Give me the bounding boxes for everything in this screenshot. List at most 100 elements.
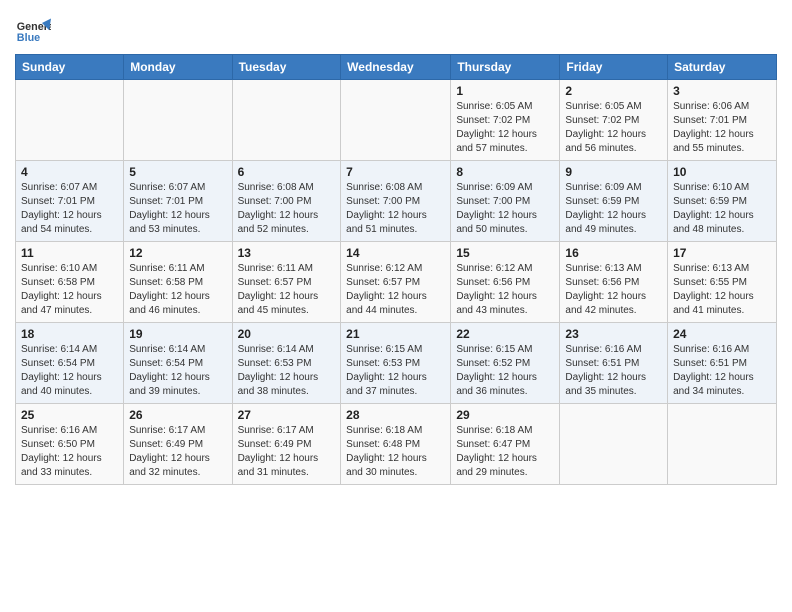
day-number: 2 — [565, 84, 662, 98]
calendar-cell: 9 Sunrise: 6:09 AMSunset: 6:59 PMDaylight… — [560, 161, 668, 242]
day-number: 25 — [21, 408, 118, 422]
calendar-cell: 15 Sunrise: 6:12 AMSunset: 6:56 PMDayligh… — [451, 242, 560, 323]
day-number: 28 — [346, 408, 445, 422]
calendar-header-thursday: Thursday — [451, 55, 560, 80]
calendar-cell: 27 Sunrise: 6:17 AMSunset: 6:49 PMDayligh… — [232, 404, 341, 485]
calendar-cell — [341, 80, 451, 161]
day-number: 6 — [238, 165, 336, 179]
svg-text:Blue: Blue — [17, 32, 40, 44]
calendar-cell: 7 Sunrise: 6:08 AMSunset: 7:00 PMDaylight… — [341, 161, 451, 242]
calendar-cell — [232, 80, 341, 161]
calendar-week-row: 18 Sunrise: 6:14 AMSunset: 6:54 PMDayligh… — [16, 323, 777, 404]
calendar-cell: 24 Sunrise: 6:16 AMSunset: 6:51 PMDayligh… — [668, 323, 777, 404]
day-info: Sunrise: 6:07 AMSunset: 7:01 PMDaylight:… — [21, 181, 118, 237]
calendar-cell: 8Sunrise: 6:09 AMSunset: 7:00 PMDaylight… — [451, 161, 560, 242]
calendar-week-row: 25 Sunrise: 6:16 AMSunset: 6:50 PMDayligh… — [16, 404, 777, 485]
day-number: 15 — [456, 246, 554, 260]
day-number: 23 — [565, 327, 662, 341]
calendar-cell: 5 Sunrise: 6:07 AMSunset: 7:01 PMDaylight… — [124, 161, 232, 242]
calendar-cell: 12Sunrise: 6:11 AMSunset: 6:58 PMDayligh… — [124, 242, 232, 323]
calendar-cell: 26 Sunrise: 6:17 AMSunset: 6:49 PMDayligh… — [124, 404, 232, 485]
day-info: Sunrise: 6:07 AMSunset: 7:01 PMDaylight:… — [129, 181, 226, 237]
day-info: Sunrise: 6:17 AMSunset: 6:49 PMDaylight:… — [129, 424, 226, 480]
day-number: 7 — [346, 165, 445, 179]
calendar-cell: 28 Sunrise: 6:18 AMSunset: 6:48 PMDayligh… — [341, 404, 451, 485]
calendar-cell — [124, 80, 232, 161]
calendar-cell: 21 Sunrise: 6:15 AMSunset: 6:53 PMDayligh… — [341, 323, 451, 404]
day-info: Sunrise: 6:14 AMSunset: 6:54 PMDaylight:… — [129, 343, 226, 399]
logo: General Blue — [15, 14, 51, 50]
day-number: 26 — [129, 408, 226, 422]
calendar-cell: 2 Sunrise: 6:05 AMSunset: 7:02 PMDaylight… — [560, 80, 668, 161]
day-number: 14 — [346, 246, 445, 260]
calendar-header-monday: Monday — [124, 55, 232, 80]
day-number: 24 — [673, 327, 771, 341]
day-info: Sunrise: 6:18 AMSunset: 6:48 PMDaylight:… — [346, 424, 445, 480]
day-info: Sunrise: 6:14 AMSunset: 6:53 PMDaylight:… — [238, 343, 336, 399]
day-info: Sunrise: 6:15 AMSunset: 6:53 PMDaylight:… — [346, 343, 445, 399]
day-info: Sunrise: 6:09 AMSunset: 6:59 PMDaylight:… — [565, 181, 662, 237]
calendar-cell: 18Sunrise: 6:14 AMSunset: 6:54 PMDayligh… — [16, 323, 124, 404]
page-header: General Blue — [15, 10, 777, 50]
day-number: 22 — [456, 327, 554, 341]
day-number: 19 — [129, 327, 226, 341]
day-number: 11 — [21, 246, 118, 260]
day-info: Sunrise: 6:16 AMSunset: 6:51 PMDaylight:… — [673, 343, 771, 399]
calendar-header-tuesday: Tuesday — [232, 55, 341, 80]
calendar-header-wednesday: Wednesday — [341, 55, 451, 80]
calendar-cell: 13 Sunrise: 6:11 AMSunset: 6:57 PMDayligh… — [232, 242, 341, 323]
day-info: Sunrise: 6:16 AMSunset: 6:51 PMDaylight:… — [565, 343, 662, 399]
calendar-cell: 23 Sunrise: 6:16 AMSunset: 6:51 PMDayligh… — [560, 323, 668, 404]
day-number: 1 — [456, 84, 554, 98]
day-info: Sunrise: 6:15 AMSunset: 6:52 PMDaylight:… — [456, 343, 554, 399]
day-number: 4 — [21, 165, 118, 179]
calendar-cell: 22 Sunrise: 6:15 AMSunset: 6:52 PMDayligh… — [451, 323, 560, 404]
calendar-cell: 16 Sunrise: 6:13 AMSunset: 6:56 PMDayligh… — [560, 242, 668, 323]
day-info: Sunrise: 6:13 AMSunset: 6:55 PMDaylight:… — [673, 262, 771, 318]
day-number: 18 — [21, 327, 118, 341]
calendar-cell: 14 Sunrise: 6:12 AMSunset: 6:57 PMDayligh… — [341, 242, 451, 323]
calendar-cell — [560, 404, 668, 485]
day-info: Sunrise: 6:11 AMSunset: 6:57 PMDaylight:… — [238, 262, 336, 318]
day-info: Sunrise: 6:13 AMSunset: 6:56 PMDaylight:… — [565, 262, 662, 318]
day-info: Sunrise: 6:10 AMSunset: 6:58 PMDaylight:… — [21, 262, 118, 318]
day-number: 9 — [565, 165, 662, 179]
calendar-cell: 29 Sunrise: 6:18 AMSunset: 6:47 PMDayligh… — [451, 404, 560, 485]
day-info: Sunrise: 6:05 AMSunset: 7:02 PMDaylight:… — [565, 100, 662, 156]
day-info: Sunrise: 6:05 AMSunset: 7:02 PMDaylight:… — [456, 100, 554, 156]
day-info: Sunrise: 6:17 AMSunset: 6:49 PMDaylight:… — [238, 424, 336, 480]
calendar-cell: 4 Sunrise: 6:07 AMSunset: 7:01 PMDaylight… — [16, 161, 124, 242]
day-number: 20 — [238, 327, 336, 341]
day-info: Sunrise: 6:16 AMSunset: 6:50 PMDaylight:… — [21, 424, 118, 480]
day-info: Sunrise: 6:08 AMSunset: 7:00 PMDaylight:… — [238, 181, 336, 237]
calendar-cell — [16, 80, 124, 161]
calendar-header-sunday: Sunday — [16, 55, 124, 80]
day-number: 21 — [346, 327, 445, 341]
day-number: 13 — [238, 246, 336, 260]
day-number: 5 — [129, 165, 226, 179]
day-number: 16 — [565, 246, 662, 260]
calendar-header-saturday: Saturday — [668, 55, 777, 80]
day-number: 3 — [673, 84, 771, 98]
calendar-cell: 3Sunrise: 6:06 AMSunset: 7:01 PMDaylight… — [668, 80, 777, 161]
calendar-cell: 1 Sunrise: 6:05 AMSunset: 7:02 PMDaylight… — [451, 80, 560, 161]
calendar-week-row: 1 Sunrise: 6:05 AMSunset: 7:02 PMDaylight… — [16, 80, 777, 161]
day-info: Sunrise: 6:09 AMSunset: 7:00 PMDaylight:… — [456, 181, 554, 237]
calendar-header-friday: Friday — [560, 55, 668, 80]
day-info: Sunrise: 6:12 AMSunset: 6:56 PMDaylight:… — [456, 262, 554, 318]
calendar-cell: 11 Sunrise: 6:10 AMSunset: 6:58 PMDayligh… — [16, 242, 124, 323]
day-number: 17 — [673, 246, 771, 260]
calendar-cell: 6 Sunrise: 6:08 AMSunset: 7:00 PMDaylight… — [232, 161, 341, 242]
day-info: Sunrise: 6:12 AMSunset: 6:57 PMDaylight:… — [346, 262, 445, 318]
day-number: 12 — [129, 246, 226, 260]
day-info: Sunrise: 6:08 AMSunset: 7:00 PMDaylight:… — [346, 181, 445, 237]
calendar-week-row: 4 Sunrise: 6:07 AMSunset: 7:01 PMDaylight… — [16, 161, 777, 242]
calendar-cell: 20 Sunrise: 6:14 AMSunset: 6:53 PMDayligh… — [232, 323, 341, 404]
calendar-cell: 25 Sunrise: 6:16 AMSunset: 6:50 PMDayligh… — [16, 404, 124, 485]
day-number: 29 — [456, 408, 554, 422]
calendar-cell: 10Sunrise: 6:10 AMSunset: 6:59 PMDayligh… — [668, 161, 777, 242]
day-info: Sunrise: 6:18 AMSunset: 6:47 PMDaylight:… — [456, 424, 554, 480]
calendar-table: SundayMondayTuesdayWednesdayThursdayFrid… — [15, 54, 777, 485]
calendar-header-row: SundayMondayTuesdayWednesdayThursdayFrid… — [16, 55, 777, 80]
day-number: 27 — [238, 408, 336, 422]
